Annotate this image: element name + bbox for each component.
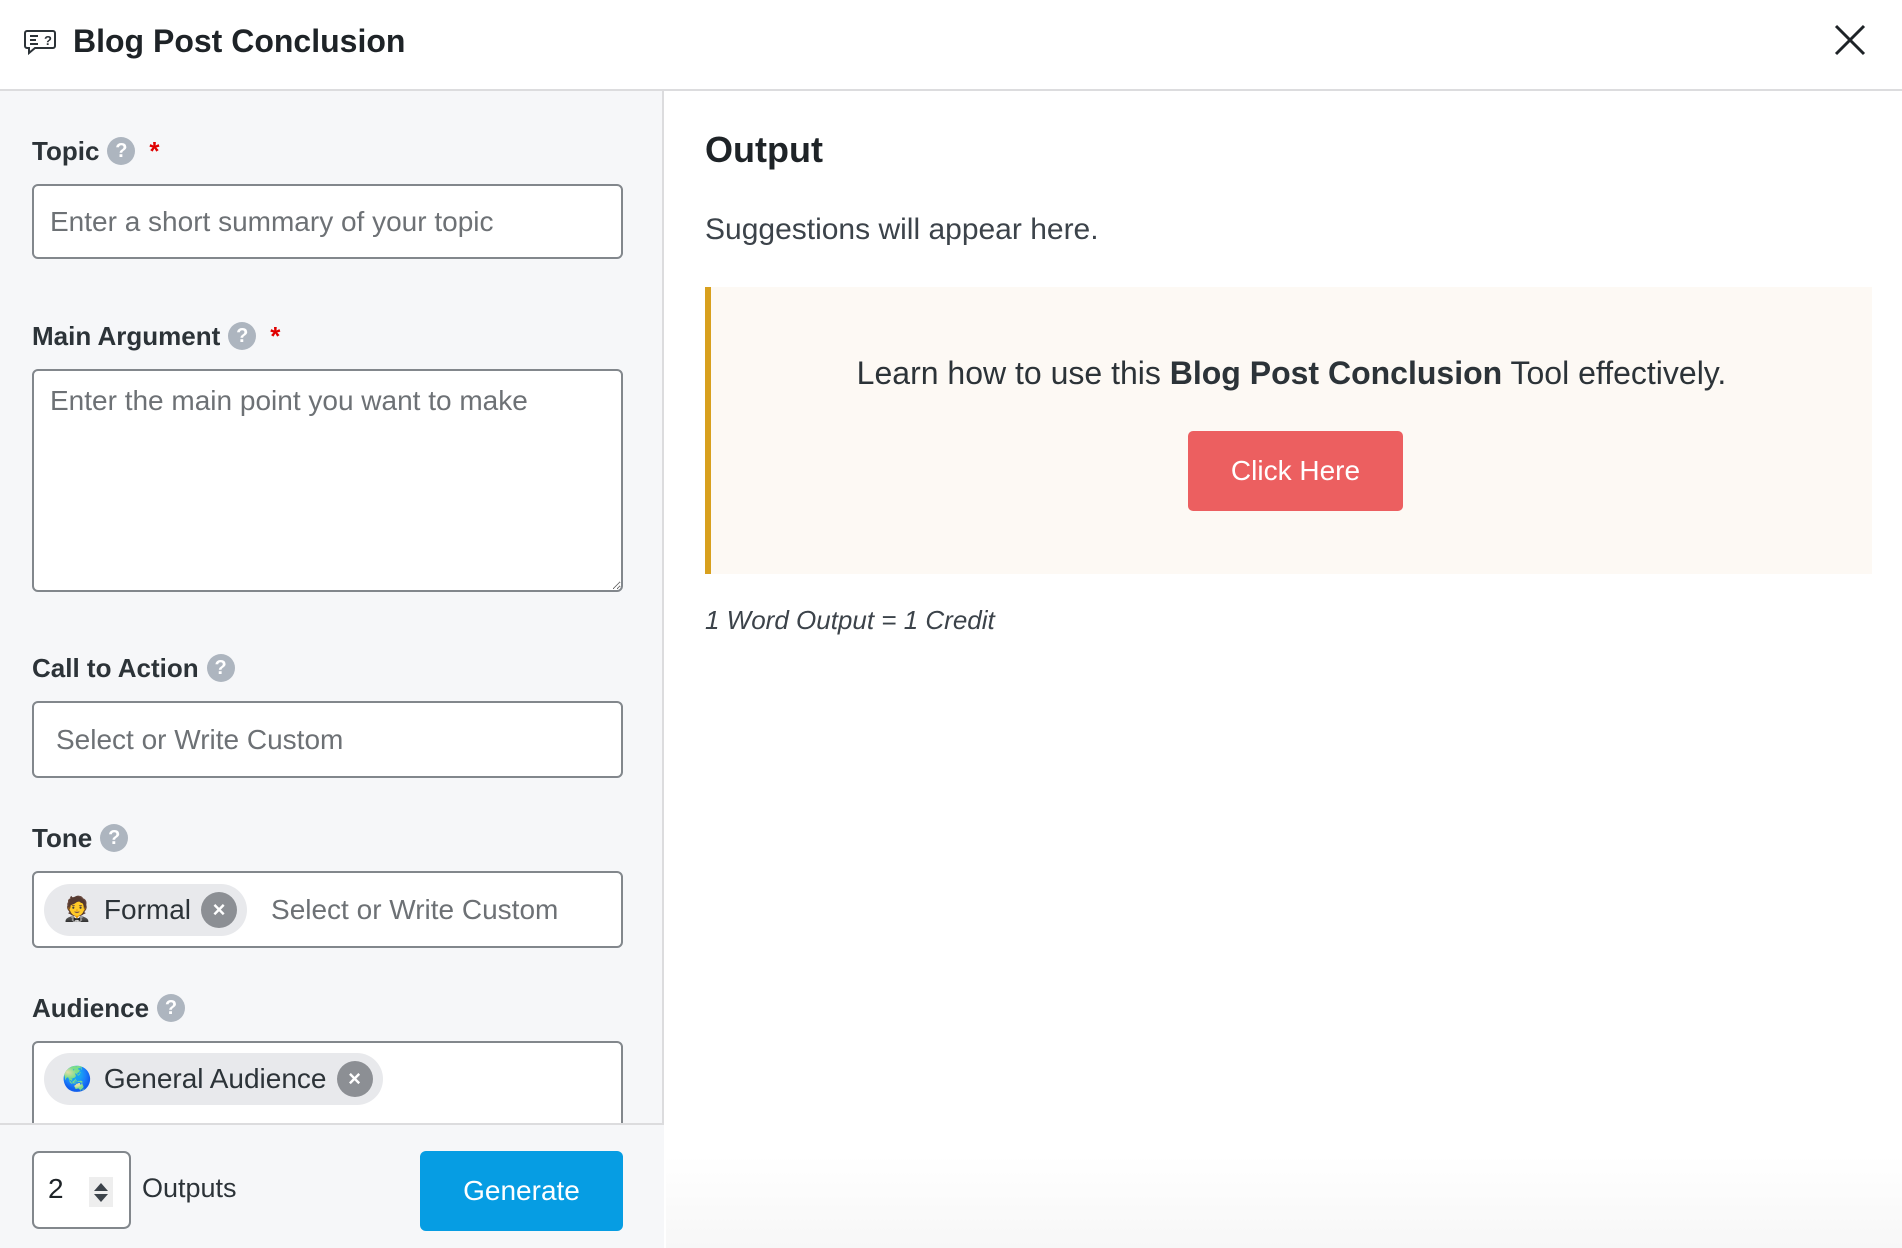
help-icon[interactable]: ?	[100, 824, 129, 852]
audience-label: Audience ?	[32, 992, 186, 1024]
callout-text-after: Tool effectively.	[1502, 355, 1727, 391]
svg-text:?: ?	[44, 33, 52, 48]
modal-title: Blog Post Conclusion	[73, 23, 406, 59]
audience-chip-general: 🌏 General Audience ×	[44, 1053, 383, 1105]
output-title: Output	[705, 129, 823, 170]
outputs-stepper[interactable]: 2	[32, 1151, 131, 1229]
tone-placeholder[interactable]: Select or Write Custom	[271, 894, 558, 926]
help-icon[interactable]: ?	[206, 654, 235, 682]
main-argument-label: Main Argument ? *	[32, 320, 280, 352]
main-argument-textarea[interactable]	[32, 369, 623, 592]
chip-label: Formal	[103, 893, 192, 925]
help-callout: Learn how to use this Blog Post Conclusi…	[705, 287, 1872, 574]
call-to-action-label-text: Call to Action	[32, 653, 199, 683]
input-panel: Topic ? * Main Argument ? * Call to Acti…	[0, 91, 664, 1248]
outputs-count[interactable]: 2	[48, 1173, 64, 1205]
help-icon[interactable]: ?	[157, 994, 186, 1022]
chip-label: General Audience	[103, 1063, 327, 1094]
remove-chip-icon[interactable]: ×	[201, 891, 238, 928]
remove-chip-icon[interactable]: ×	[336, 1061, 373, 1097]
chat-question-icon: ?	[24, 30, 56, 55]
credit-note: 1 Word Output = 1 Credit	[705, 605, 995, 635]
required-marker: *	[149, 136, 160, 166]
main-argument-label-text: Main Argument	[32, 321, 221, 351]
callout-text-before: Learn how to use this	[856, 355, 1170, 391]
empty-message: Suggestions will appear here.	[705, 213, 1099, 246]
person-in-tuxedo-icon: 🤵	[62, 896, 92, 923]
call-to-action-input[interactable]	[32, 701, 623, 778]
topic-label: Topic ? *	[32, 135, 160, 167]
topic-input[interactable]	[32, 184, 623, 259]
tone-label: Tone ?	[32, 822, 129, 854]
topic-label-text: Topic	[32, 136, 100, 166]
tone-label-text: Tone	[32, 823, 93, 853]
close-icon[interactable]	[1832, 22, 1868, 58]
callout-text: Learn how to use this Blog Post Conclusi…	[711, 355, 1872, 392]
audience-label-text: Audience	[32, 993, 150, 1023]
decrement-icon[interactable]	[94, 1193, 108, 1202]
tone-chip-formal: 🤵 Formal ×	[44, 883, 248, 936]
help-icon[interactable]: ?	[107, 137, 136, 165]
click-here-button[interactable]: Click Here	[1188, 431, 1403, 511]
output-panel: Output Suggestions will appear here. Lea…	[666, 93, 1902, 1248]
generate-button[interactable]: Generate	[420, 1151, 623, 1231]
increment-icon[interactable]	[94, 1182, 108, 1191]
required-marker: *	[270, 321, 281, 351]
form-footer: 2 Outputs Generate	[0, 1123, 664, 1248]
globe-icon: 🌏	[62, 1065, 92, 1093]
tone-select[interactable]: 🤵 Formal × Select or Write Custom	[32, 871, 623, 948]
modal-header: ? Blog Post Conclusion	[0, 0, 1902, 91]
callout-text-bold: Blog Post Conclusion	[1169, 355, 1503, 391]
stepper-arrows-icon[interactable]	[89, 1177, 113, 1207]
call-to-action-label: Call to Action ?	[32, 652, 235, 684]
outputs-label: Outputs	[142, 1173, 237, 1203]
help-icon[interactable]: ?	[228, 322, 257, 350]
